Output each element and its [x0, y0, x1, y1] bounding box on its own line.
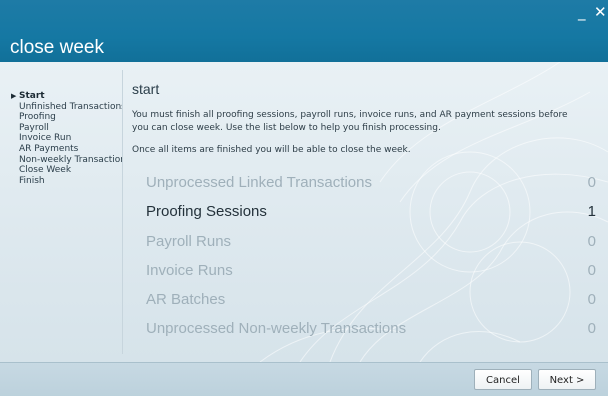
instructions-text: You must finish all proofing sessions, p… [132, 110, 568, 133]
list-item-payroll-runs: Payroll Runs 0 [146, 229, 602, 258]
sidebar-item-label: Invoice Run [19, 133, 72, 144]
list-item-ar-batches: AR Batches 0 [146, 287, 602, 316]
item-name: AR Batches [146, 291, 226, 309]
sidebar-divider [122, 70, 123, 354]
item-count: 1 [587, 203, 596, 221]
list-item-invoice-runs: Invoice Runs 0 [146, 258, 602, 287]
sidebar-item-unfinished-transactions[interactable]: Unfinished Transactions [19, 102, 122, 113]
sidebar-item-label: Payroll [19, 122, 49, 133]
sidebar-item-start[interactable]: ▶ Start [11, 91, 122, 102]
sidebar-item-label: Unfinished Transactions [19, 101, 122, 112]
item-name: Invoice Runs [146, 261, 233, 279]
sidebar-item-label: Non-weekly Transactions [19, 154, 122, 165]
sidebar-item-ar-payments[interactable]: AR Payments [19, 144, 122, 155]
item-name: Unprocessed Non-weekly Transactions [146, 320, 407, 338]
sidebar-item-label: Finish [19, 175, 45, 186]
item-count: 0 [587, 261, 596, 279]
completion-note-text: Once all items are finished you will be … [132, 145, 411, 155]
wizard-footer: Cancel Next > [0, 362, 608, 396]
item-name: Proofing Sessions [146, 203, 267, 221]
current-step-arrow-icon: ▶ [11, 92, 17, 100]
step-heading: start [132, 81, 160, 97]
title-bar: close week _ ✕ [0, 0, 608, 62]
list-item-unprocessed-non-weekly-transactions: Unprocessed Non-weekly Transactions 0 [146, 316, 602, 345]
cancel-button[interactable]: Cancel [474, 369, 532, 390]
sidebar-item-label: Proofing [19, 112, 56, 123]
wizard-content: ▶ Start Unfinished Transactions Proofing… [0, 62, 608, 362]
sidebar-item-label: Start [19, 91, 45, 101]
sidebar-item-label: Close Week [19, 165, 72, 176]
sidebar-item-finish[interactable]: Finish [19, 176, 122, 187]
item-count: 0 [587, 320, 596, 338]
close-icon[interactable]: ✕ [594, 4, 607, 20]
item-name: Unprocessed Linked Transactions [146, 174, 372, 191]
pending-items-list: Unprocessed Linked Transactions 0 Proofi… [146, 170, 602, 346]
sidebar-item-invoice-run[interactable]: Invoice Run [19, 133, 122, 144]
sidebar-item-proofing[interactable]: Proofing [19, 112, 122, 123]
step-panel: start You must finish all proofing sessi… [132, 62, 602, 362]
next-button[interactable]: Next > [538, 369, 596, 390]
sidebar-item-close-week[interactable]: Close Week [19, 165, 122, 176]
list-item-unprocessed-linked-transactions: Unprocessed Linked Transactions 0 [146, 170, 602, 199]
sidebar-item-payroll[interactable]: Payroll [19, 123, 122, 134]
item-count: 0 [587, 232, 596, 250]
item-count: 0 [587, 174, 596, 191]
minimize-icon[interactable]: _ [578, 4, 586, 20]
item-count: 0 [587, 291, 596, 309]
wizard-steps-sidebar: ▶ Start Unfinished Transactions Proofing… [0, 62, 122, 362]
sidebar-item-non-weekly-transactions[interactable]: Non-weekly Transactions [19, 155, 122, 166]
close-week-window: close week _ ✕ ▶ Start Unfinished Transa… [0, 0, 608, 396]
sidebar-item-label: AR Payments [19, 143, 79, 154]
list-item-proofing-sessions[interactable]: Proofing Sessions 1 [146, 199, 602, 228]
window-title: close week [10, 37, 104, 58]
item-name: Payroll Runs [146, 232, 232, 250]
